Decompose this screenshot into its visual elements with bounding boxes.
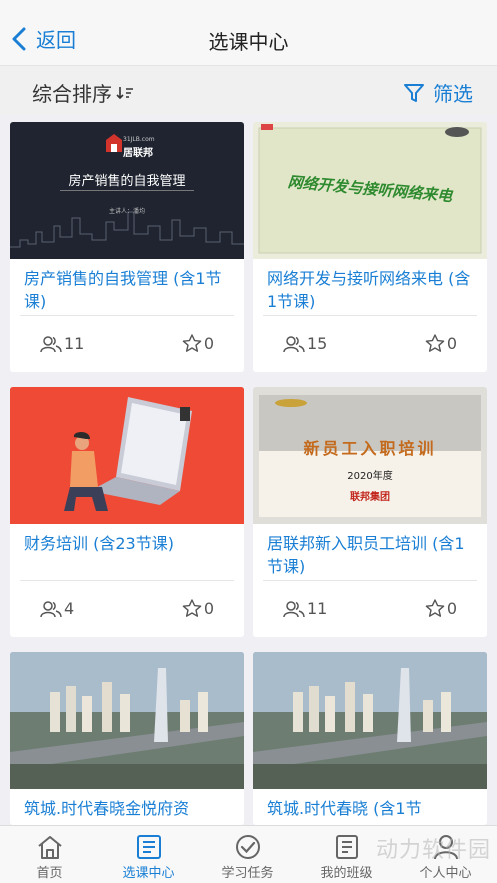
course-card[interactable]: 新员工入职培训 2020年度 联邦集团 居联邦新入职员工培训 (含1节课) 11… <box>253 387 487 637</box>
thumb-headline: 房产销售的自我管理 <box>68 174 186 189</box>
tab-course-center[interactable]: 选课中心 <box>99 832 198 881</box>
class-icon <box>335 835 358 859</box>
check-circle-icon <box>235 835 260 859</box>
people-icon <box>40 335 62 352</box>
tab-label: 学习任务 <box>221 866 274 881</box>
watermark: 动力软件园 <box>375 838 491 863</box>
favorite-count-value: 0 <box>203 334 214 353</box>
star-icon <box>182 334 202 352</box>
course-stats: 15 0 <box>253 316 487 372</box>
laptop-person-illustration <box>10 387 244 524</box>
course-card[interactable]: 31JLB.com 居联邦 房产销售的自我管理 主讲人：潘均 房产销售的自我管理… <box>10 122 244 372</box>
sort-filter-bar: 综合排序 筛选 <box>0 65 497 115</box>
course-thumbnail: 网络开发与接听网络来电 <box>253 122 487 259</box>
course-thumbnail <box>10 387 244 524</box>
course-stats: 4 0 <box>10 581 244 637</box>
thumb-headline: 新员工入职培训 <box>303 439 437 458</box>
sort-dropdown[interactable]: 综合排序 <box>32 78 134 107</box>
tab-label: 个人中心 <box>419 866 472 881</box>
thumb-company: 联邦集团 <box>350 492 390 503</box>
course-stats: 11 0 <box>10 316 244 372</box>
people-icon <box>40 600 62 617</box>
course-title: 财务培训 (含23节课) <box>24 534 174 553</box>
course-title: 居联邦新入职员工培训 (含1节课) <box>267 534 465 576</box>
aerial-city-render <box>253 652 487 789</box>
favorite-count[interactable]: 0 <box>425 599 457 618</box>
aerial-city-render <box>10 652 244 789</box>
thumb-speaker: 主讲人：潘均 <box>108 208 145 215</box>
favorite-count[interactable]: 0 <box>425 334 457 353</box>
filter-button[interactable]: 筛选 <box>403 78 473 107</box>
student-count: 11 <box>283 599 327 618</box>
thumb-year: 2020年度 <box>347 471 393 482</box>
thumb-divider <box>60 190 194 191</box>
favorite-count-value: 0 <box>203 599 214 618</box>
tab-label: 我的班级 <box>320 866 373 881</box>
favorite-count[interactable]: 0 <box>182 334 214 353</box>
student-count: 4 <box>40 599 74 618</box>
student-count-value: 15 <box>307 334 328 353</box>
filter-funnel-icon <box>404 83 424 102</box>
course-title: 房产销售的自我管理 (含1节课) <box>24 269 222 311</box>
course-card[interactable]: 筑城.时代春晓 (含1节 <box>253 652 487 825</box>
star-icon <box>425 334 445 352</box>
star-icon <box>425 599 445 617</box>
course-list-icon <box>136 835 161 859</box>
favorite-count[interactable]: 0 <box>182 599 214 618</box>
home-icon <box>37 836 62 859</box>
course-thumbnail <box>10 652 244 789</box>
course-card[interactable]: 筑城.时代春晓金悦府资 <box>10 652 244 825</box>
star-icon <box>182 599 202 617</box>
thumb-logo-text: 居联邦 <box>123 148 153 159</box>
sort-label: 综合排序 <box>32 82 112 106</box>
student-count-value: 11 <box>307 599 328 618</box>
course-stats: 11 0 <box>253 581 487 637</box>
student-count: 11 <box>40 334 84 353</box>
student-count: 15 <box>283 334 327 353</box>
course-thumbnail <box>253 652 487 789</box>
tab-home[interactable]: 首页 <box>0 832 99 881</box>
course-card[interactable]: 财务培训 (含23节课) 4 0 <box>10 387 244 637</box>
student-count-value: 11 <box>64 334 85 353</box>
filter-label: 筛选 <box>433 82 473 106</box>
course-thumbnail: 新员工入职培训 2020年度 联邦集团 <box>253 387 487 524</box>
course-title: 筑城.时代春晓金悦府资 <box>24 799 190 818</box>
favorite-count-value: 0 <box>446 334 457 353</box>
page-title: 选课中心 <box>208 30 289 54</box>
thumb-logo-domain: 31JLB.com <box>123 136 155 143</box>
course-title: 网络开发与接听网络来电 (含1节课) <box>267 269 471 311</box>
sort-arrow-icon <box>116 86 133 99</box>
course-title: 筑城.时代春晓 (含1节 <box>267 799 422 818</box>
course-card[interactable]: 网络开发与接听网络来电 网络开发与接听网络来电 (含1节课) 15 0 <box>253 122 487 372</box>
favorite-count-value: 0 <box>446 599 457 618</box>
tab-label: 选课中心 <box>122 866 175 881</box>
tab-label: 首页 <box>36 866 63 881</box>
people-icon <box>283 335 305 352</box>
course-thumbnail: 31JLB.com 居联邦 房产销售的自我管理 主讲人：潘均 <box>10 122 244 259</box>
tab-learning-tasks[interactable]: 学习任务 <box>198 832 297 881</box>
people-icon <box>283 600 305 617</box>
student-count-value: 4 <box>64 599 75 618</box>
